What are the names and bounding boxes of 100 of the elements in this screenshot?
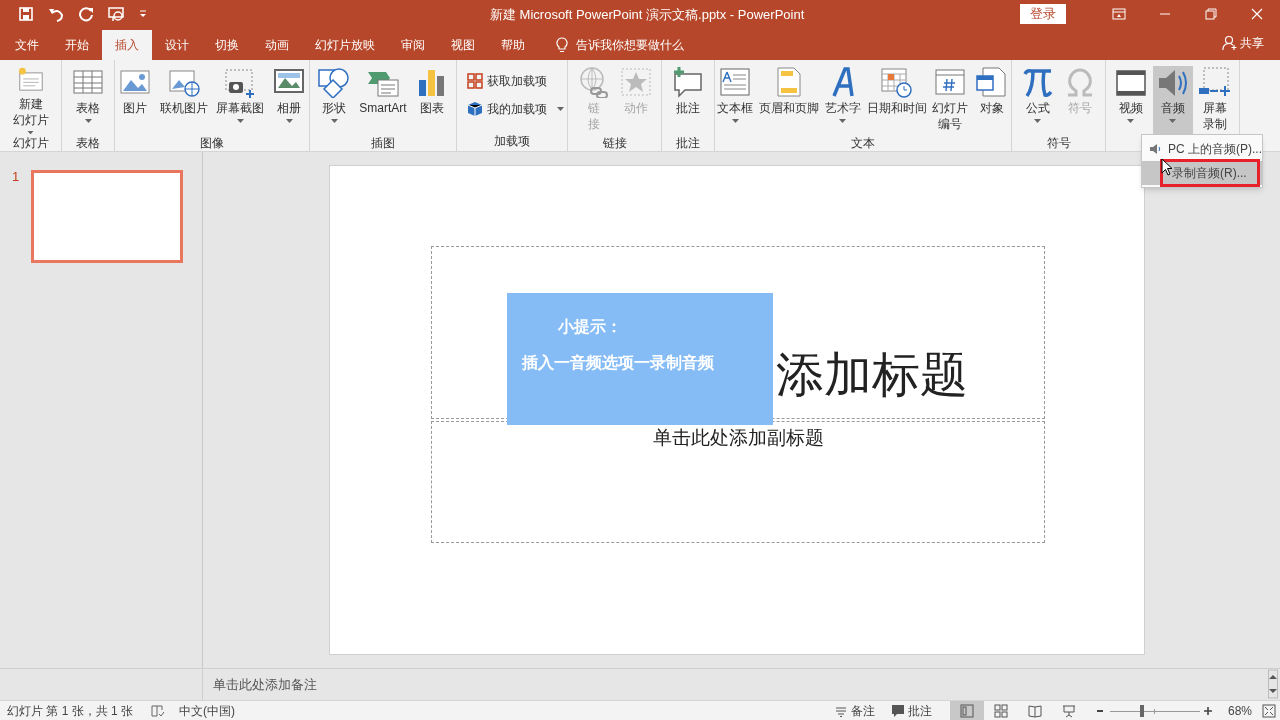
ribbon-button[interactable]: 艺术字 — [822, 66, 863, 134]
caret-icon — [84, 119, 92, 123]
zoom-level[interactable]: 68% — [1227, 702, 1252, 720]
mouse-cursor-icon — [1161, 158, 1173, 176]
save-icon — [18, 6, 34, 22]
slide-thumbnail[interactable] — [31, 170, 184, 263]
ribbon-button[interactable]: 图表 — [411, 66, 452, 134]
fit-to-window-button[interactable] — [1262, 704, 1276, 718]
minus-icon — [1095, 707, 1104, 715]
caret-icon — [1169, 119, 1176, 123]
ribbon-tab[interactable]: 开始 — [52, 30, 102, 60]
ribbon-button[interactable]: 公式 — [1017, 66, 1058, 134]
share-button[interactable]: 共享 — [1222, 34, 1264, 52]
caret-icon — [1034, 119, 1041, 123]
ribbon-tab[interactable]: 幻灯片放映 — [302, 30, 388, 60]
group-label: 批注 — [676, 135, 700, 152]
caret-icon — [27, 130, 34, 134]
group-label: 表格 — [76, 135, 100, 152]
group-label: 加载项 — [494, 133, 530, 150]
close-icon — [1250, 7, 1264, 21]
zoom-slider[interactable] — [1109, 704, 1200, 718]
redo-icon — [78, 6, 94, 22]
slide-subtitle: 单击此处添加副标题 — [652, 426, 824, 450]
screenshot-icon — [223, 66, 257, 98]
caret-icon — [285, 119, 293, 123]
save-button[interactable] — [18, 6, 34, 22]
ribbon-button[interactable]: 幻灯片 编号 — [930, 66, 971, 134]
ribbon-button[interactable]: 形状 — [314, 66, 355, 134]
caret-icon — [839, 119, 847, 123]
presentation-button[interactable] — [108, 6, 124, 22]
ribbon-button[interactable]: 屏幕截图 — [213, 66, 267, 134]
ribbon-button[interactable]: 图片 — [115, 66, 155, 134]
language-status[interactable]: 中文(中国) — [179, 701, 236, 720]
ribbon-tab[interactable]: 帮助 — [488, 30, 538, 60]
sign-in-button[interactable]: 登录 — [1020, 4, 1066, 24]
ribbon-button[interactable]: 表格 — [68, 66, 108, 134]
notes-button[interactable]: 备注 — [834, 702, 875, 720]
slide-title: 添加标题 — [776, 347, 968, 403]
comments-button[interactable]: 批注 — [890, 702, 932, 720]
object-icon — [974, 66, 1009, 98]
menu-item[interactable]: PC 上的音频(P)... — [1142, 137, 1262, 161]
plus-icon — [1203, 707, 1212, 715]
restore-icon — [1204, 7, 1218, 21]
group-label: 符号 — [1046, 135, 1071, 152]
window-title: 新建 Microsoft PowerPoint 演示文稿.pptx - PowerPoint — [490, 6, 805, 24]
group-label: 图像 — [200, 135, 224, 152]
ribbon-tab[interactable]: 切换 — [202, 30, 252, 60]
ribbon-button[interactable]: 对象 — [972, 66, 1011, 134]
ribbon-button[interactable]: 获取加载项 — [465, 72, 549, 90]
ribbon-button[interactable]: 屏幕 录制 — [1194, 66, 1235, 134]
fit-window-icon — [1262, 704, 1276, 718]
caret-icon — [236, 119, 244, 123]
caret-icon — [330, 119, 338, 123]
normal-view-icon — [959, 704, 974, 718]
screen-recording-icon — [1197, 66, 1232, 98]
ribbon-tab[interactable]: 视图 — [438, 30, 488, 60]
presentation-icon — [108, 6, 124, 22]
ribbon-button[interactable]: 视频 — [1110, 66, 1151, 134]
projector-screen-icon — [1061, 704, 1076, 718]
zoom-thumb[interactable] — [1140, 705, 1145, 717]
caret-icon — [557, 107, 564, 111]
spell-check-icon — [151, 703, 166, 718]
slide-sorter-icon — [993, 704, 1008, 718]
view-button[interactable] — [949, 701, 984, 720]
book-icon — [1027, 704, 1042, 718]
caret-icon — [731, 119, 739, 123]
ribbon-button[interactable]: 日期和时间 — [864, 66, 929, 134]
ribbon-button[interactable]: 我的加载项 — [465, 100, 566, 118]
store-icon — [467, 73, 483, 89]
person-icon — [1222, 35, 1238, 51]
speech-bubble-icon — [890, 704, 905, 718]
ribbon-button[interactable]: 批注 — [668, 66, 708, 134]
tell-me-search[interactable]: 告诉我你想要做什么 — [556, 30, 684, 60]
ribbon-button[interactable]: 音频 — [1152, 66, 1193, 134]
ribbon-button[interactable]: 页眉和页脚 — [757, 66, 821, 134]
menu-item[interactable]: 录制音频(R)... — [1142, 161, 1262, 185]
group-label: 链接 — [602, 135, 627, 152]
notes-icon — [834, 705, 847, 717]
slide-number: 1 — [12, 170, 20, 184]
ribbon-button[interactable]: 联机图片 — [157, 66, 211, 134]
group-label: 幻灯片 — [12, 135, 49, 152]
cube-icon — [467, 101, 483, 117]
slide-count: 幻灯片 第 1 张，共 1 张 — [7, 702, 134, 720]
ribbon-tab[interactable]: 审阅 — [388, 30, 438, 60]
notes-field[interactable]: 单击此处添加备注 — [203, 669, 1268, 700]
redo-button[interactable] — [78, 6, 94, 22]
undo-button[interactable] — [48, 6, 64, 22]
ribbon-tab[interactable]: 文件 — [2, 30, 52, 60]
ribbon-tab[interactable]: 动画 — [252, 30, 302, 60]
shapes-icon — [317, 66, 352, 98]
tip-text: 插入一音频选项一录制音频 — [522, 353, 715, 373]
caret-icon — [1127, 119, 1134, 123]
ribbon-button[interactable]: 文本框 — [715, 66, 756, 134]
ribbon-tab[interactable]: 设计 — [152, 30, 202, 60]
ribbon-button[interactable]: SmartArt — [356, 66, 410, 134]
ribbon-button[interactable]: 新建 幻灯片 — [9, 66, 52, 134]
ribbon-tab[interactable]: 插入 — [102, 30, 152, 60]
ribbon-button[interactable]: 相册 — [269, 66, 309, 134]
textbox-icon — [718, 66, 753, 98]
group-label: 插图 — [371, 135, 395, 152]
